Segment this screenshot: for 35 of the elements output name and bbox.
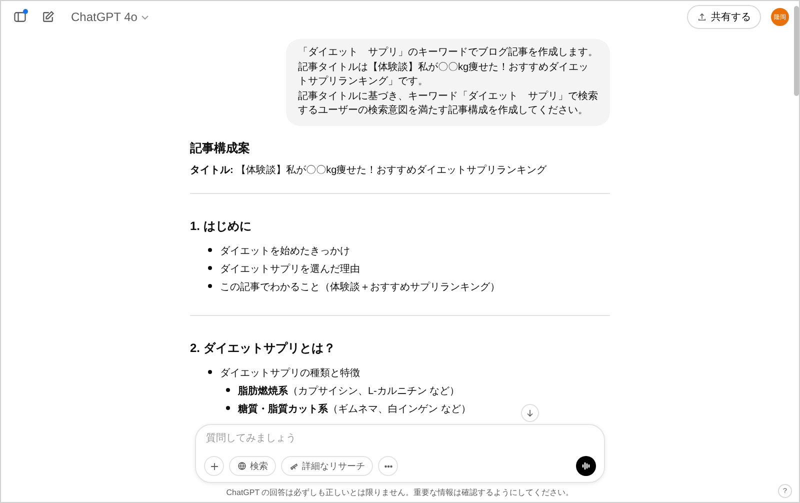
scroll-down-button[interactable] [521, 404, 539, 422]
disclaimer-text: ChatGPT の回答は必ずしも正しいとは限りません。重要な情報は確認するようにしてください。 [226, 487, 574, 498]
add-button[interactable] [204, 456, 224, 476]
bullet-icon [208, 266, 212, 270]
voice-button[interactable] [576, 456, 596, 476]
list-item: ダイエットサプリの種類と特徴 [220, 366, 360, 380]
bullet-icon [208, 284, 212, 288]
chevron-icon [141, 13, 150, 21]
tool-button[interactable]: 検索 [229, 456, 276, 476]
list-item: ダイエットを始めたきっかけ [220, 244, 350, 258]
list-item: ダイエットサプリを選んだ理由 [220, 262, 360, 276]
article-title: タイトル: 【体験談】私が〇〇kg痩せた！おすすめダイエットサプリランキング [190, 164, 548, 176]
bullet-icon [208, 248, 212, 252]
list-item: 脂肪燃焼系（カプサイシン、L-カルニチン など） [238, 384, 460, 398]
globe-icon [237, 461, 247, 471]
list-item: この記事でわかること（体験談＋おすすめサプリランキング） [220, 280, 500, 294]
share-button[interactable]: 共有する [687, 5, 761, 29]
user-message: 「ダイエット サプリ」のキーワードでブログ記事を作成します。 記事タイトルは【体験談】私が〇〇kg痩せた！おすすめダイエットサプリランキング」です。 記事タイトルに基づき、キーワード「ダイエット サプリ」で検索するユーザーの検索意図を満たす記事構成を作成してください。 [286, 39, 610, 126]
waveform-icon [581, 461, 591, 471]
plus-icon [208, 460, 220, 472]
telescope-icon [289, 461, 299, 471]
more-button[interactable] [378, 456, 398, 476]
bullet-icon [208, 370, 212, 374]
sidebar-icon [13, 10, 27, 24]
pencil-icon [41, 10, 55, 24]
list-item: 糖質・脂質カット系（ギムネマ、白インゲン など） [238, 402, 471, 416]
arrow-down-icon [525, 408, 535, 418]
response-heading: 記事構成案 [190, 140, 251, 156]
model-selector[interactable]: ChatGPT 4o [67, 8, 154, 26]
bullet-icon [226, 388, 230, 392]
section-heading: 1. はじめに [190, 218, 252, 234]
section-heading: 2. ダイエットサプリとは？ [190, 340, 336, 356]
tool-button[interactable]: 詳細なリサーチ [281, 456, 373, 476]
upload-icon [697, 12, 707, 22]
bullet-icon [226, 406, 230, 410]
